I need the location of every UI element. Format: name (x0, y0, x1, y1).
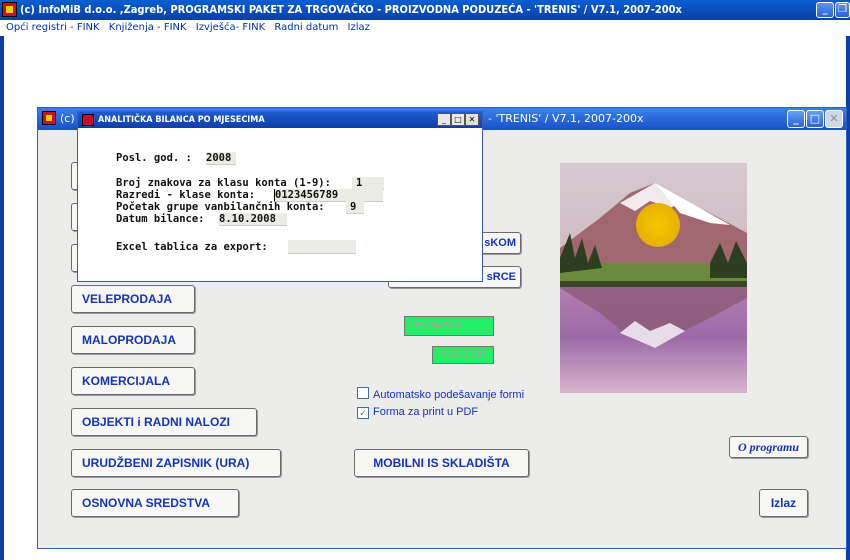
maloprodaja-button[interactable]: MALOPRODAJA (71, 326, 195, 354)
broj-znakova-label: Broj znakova za klasu konta (1-9): (116, 177, 331, 189)
main-form-title-right: - 'TRENIS' / V7.1, 2007-200x (488, 112, 644, 125)
main-form-maximize-button[interactable]: □ (806, 110, 824, 128)
excel-input[interactable] (288, 240, 356, 254)
dialog-close-button[interactable]: ✕ (465, 113, 479, 126)
posl-god-label: Posl. god. : (116, 152, 192, 164)
pdf-print-checkbox[interactable]: ✓ Forma za print u PDF (357, 405, 478, 419)
app-title-bar: (c) InfoMiB d.o.o. ,Zagreb, PROGRAMSKI P… (0, 0, 850, 20)
izlaz-button[interactable]: Izlaz (759, 489, 808, 517)
auto-forms-checkbox-box[interactable] (357, 387, 369, 399)
posl-god-value: 2008 (206, 152, 236, 165)
main-form-close-button[interactable]: ✕ (825, 110, 843, 128)
menu-knjizenja[interactable]: Knjiženja - FINK (109, 22, 187, 33)
dialog-maximize-button[interactable]: □ (451, 113, 465, 126)
window-frame-left (0, 36, 4, 560)
app-title: (c) InfoMiB d.o.o. ,Zagreb, PROGRAMSKI P… (20, 3, 682, 16)
veleprodaja-button[interactable]: VELEPRODAJA (71, 285, 195, 313)
menu-bar: Opći registri - FINK Knjiženja - FINK Iz… (0, 20, 850, 36)
landscape-image (560, 163, 747, 393)
app-icon (2, 2, 17, 17)
menu-izlaz[interactable]: Izlaz (348, 22, 370, 33)
main-form-minimize-button[interactable]: _ (787, 110, 805, 128)
dialog-title-bar: ANALITIČKA BILANCA PO MJESECIMA (78, 112, 482, 128)
check-icon[interactable]: ✓ (357, 407, 369, 419)
app-restore-button[interactable]: ❐ (835, 2, 850, 18)
menu-opci-registri[interactable]: Opći registri - FINK (6, 22, 100, 33)
datum-label: Datum bilance: (116, 213, 205, 225)
pdf-print-label: Forma za print u PDF (373, 406, 479, 418)
menu-radni-datum[interactable]: Radni datum (274, 22, 338, 33)
objekti-radni-nalozi-button[interactable]: OBJEKTI i RADNI NALOZI (71, 408, 257, 436)
datum-input[interactable]: 8.10.2008 (219, 213, 287, 226)
o-programu-button[interactable]: O programu (729, 436, 808, 458)
mobilni-is-skladista-button[interactable]: MOBILNI IS SKLADIŠTA (354, 449, 529, 477)
centrala-field: CENTRALA (404, 316, 494, 336)
razredi-label: Razredi - klase konta: (116, 189, 256, 201)
auto-forms-label: Automatsko podešavanje formi (373, 389, 525, 401)
urudzbeni-zapisnik-button[interactable]: URUDŽBENI ZAPISNIK (URA) (71, 449, 281, 477)
date-field: 8.10.2008 (432, 346, 494, 364)
main-form-title-left: (c) (60, 112, 75, 125)
komercijala-button[interactable]: KOMERCIJALA (71, 367, 195, 395)
main-form-icon (42, 111, 56, 125)
dialog-minimize-button[interactable]: _ (437, 113, 451, 126)
pocetak-label: Početak grupe vanbilančnih konta: (116, 201, 325, 213)
dialog-title: ANALITIČKA BILANCA PO MJESECIMA (98, 115, 265, 125)
menu-izvjesca[interactable]: Izvješća- FINK (196, 22, 265, 33)
dialog-icon (82, 114, 94, 126)
osnovna-sredstva-button[interactable]: OSNOVNA SREDSTVA (71, 489, 239, 517)
excel-label: Excel tablica za export: (116, 241, 268, 253)
app-minimize-button[interactable]: _ (816, 2, 834, 18)
pocetak-input[interactable]: 9 (346, 201, 364, 214)
auto-forms-checkbox[interactable]: Automatsko podešavanje formi (357, 387, 524, 402)
